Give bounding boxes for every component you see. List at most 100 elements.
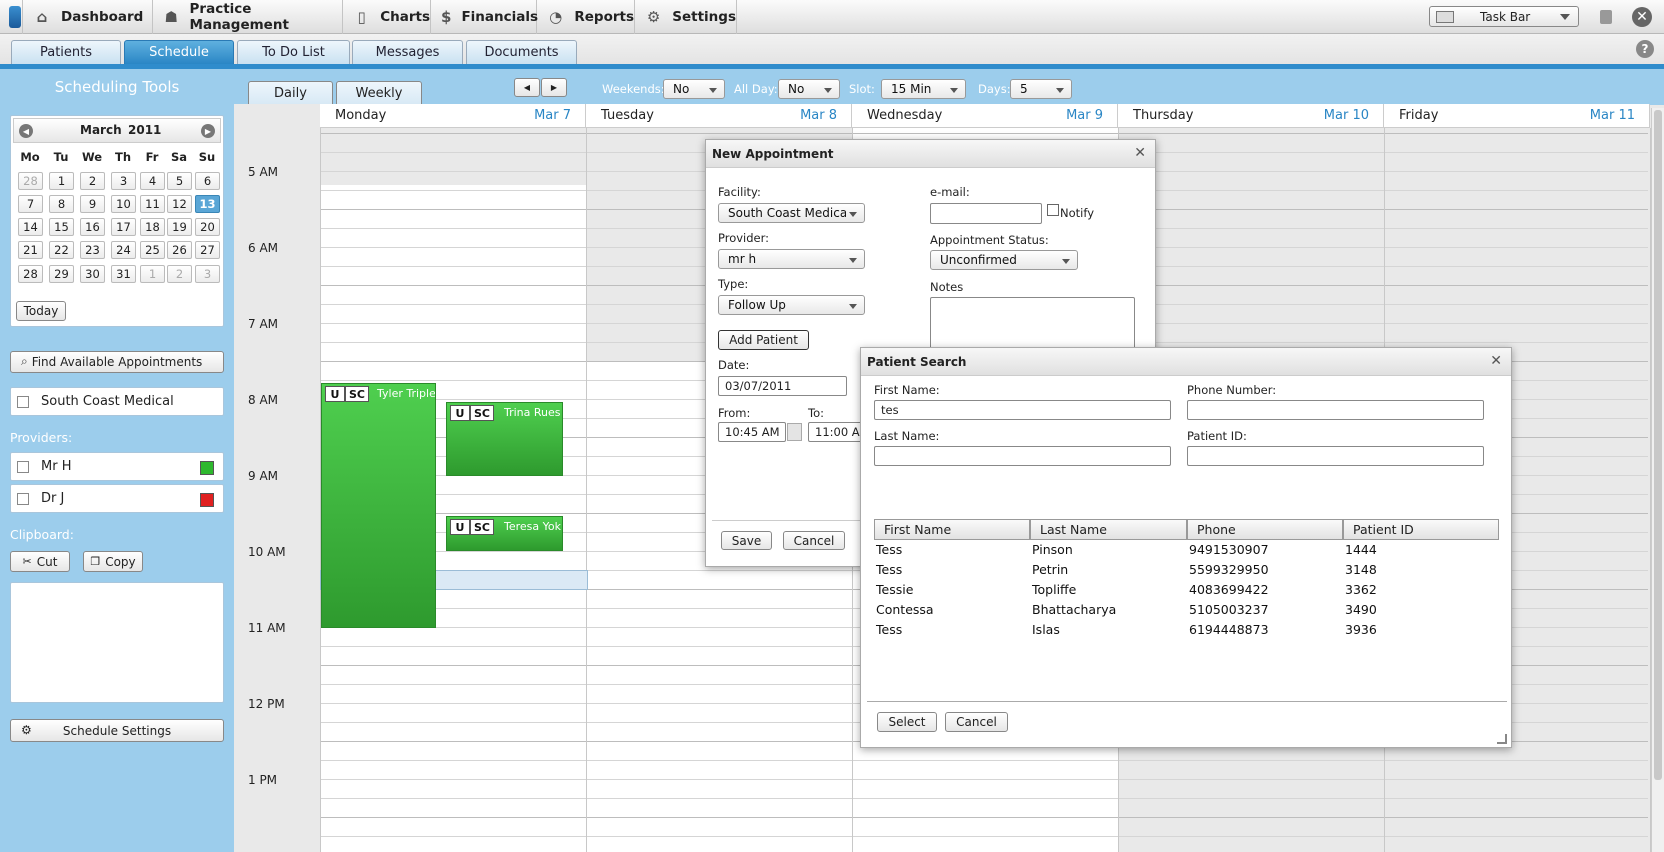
scrollbar-thumb[interactable] <box>1654 110 1662 780</box>
status-select[interactable]: Unconfirmed <box>930 250 1078 270</box>
day-date[interactable]: Mar 9 <box>1066 108 1103 123</box>
calendar-day[interactable]: 27 <box>195 241 220 259</box>
calendar-day[interactable]: 22 <box>49 241 74 259</box>
calendar-day[interactable]: 28 <box>18 265 43 283</box>
copy-button[interactable]: ❐ Copy <box>83 551 143 572</box>
appointment-trina[interactable]: U SC Trina Rues <box>446 402 563 476</box>
day-date[interactable]: Mar 7 <box>534 108 571 123</box>
daily-view-tab[interactable]: Daily <box>248 81 333 105</box>
col-phone[interactable]: Phone <box>1187 519 1343 540</box>
weekly-view-tab[interactable]: Weekly <box>336 81 422 105</box>
calendar-day[interactable]: 31 <box>111 265 136 283</box>
table-row[interactable] <box>874 621 1499 641</box>
calendar-day[interactable]: 16 <box>80 218 105 236</box>
phone-input[interactable] <box>1187 400 1484 420</box>
calendar-day[interactable]: 11 <box>140 195 165 213</box>
add-patient-button[interactable]: Add Patient <box>718 330 809 350</box>
calendar-day[interactable]: 29 <box>49 265 74 283</box>
facility-select[interactable]: South Coast Medical <box>718 203 865 223</box>
col-first-name[interactable]: First Name <box>874 519 1030 540</box>
table-row[interactable] <box>874 601 1499 621</box>
menu-reports[interactable]: ◔ Reports <box>537 0 635 34</box>
table-row[interactable] <box>874 581 1499 601</box>
close-icon[interactable]: ✕ <box>1134 145 1146 161</box>
calendar-day[interactable]: 5 <box>167 172 192 190</box>
date-input[interactable]: 03/07/2011 <box>718 376 847 396</box>
calendar-day[interactable]: 26 <box>167 241 192 259</box>
facility-filter[interactable]: South Coast Medical <box>10 387 224 416</box>
next-month-icon[interactable]: ▶ <box>201 124 215 138</box>
col-patient-id[interactable]: Patient ID <box>1343 519 1499 540</box>
provider-checkbox[interactable] <box>17 492 29 505</box>
patient-id-input[interactable] <box>1187 446 1484 466</box>
cancel-button[interactable]: Cancel <box>783 531 845 550</box>
menu-practice-management[interactable]: ☗ Practice Management <box>153 0 343 34</box>
calendar-day[interactable]: 8 <box>49 195 74 213</box>
notes-textarea[interactable] <box>930 297 1135 349</box>
calendar-day[interactable]: 23 <box>80 241 105 259</box>
tab-messages[interactable]: Messages <box>352 40 463 64</box>
find-appointments-button[interactable]: ⌕ Find Available Appointments <box>10 351 224 373</box>
next-week-button[interactable]: ▶ <box>541 78 567 97</box>
day-date[interactable]: Mar 10 <box>1324 108 1369 123</box>
calendar-day[interactable]: 19 <box>167 218 192 236</box>
to-time-input[interactable]: 11:00 AM <box>808 422 863 442</box>
resize-handle-icon[interactable] <box>1497 734 1507 744</box>
calendar-day[interactable]: 2 <box>80 172 105 190</box>
calendar-day[interactable]: 25 <box>140 241 165 259</box>
prev-month-icon[interactable]: ◀ <box>19 124 33 138</box>
days-select[interactable]: 5 <box>1010 79 1072 99</box>
search-cancel-button[interactable]: Cancel <box>945 712 1008 732</box>
menu-settings[interactable]: ⚙ Settings <box>635 0 737 34</box>
calendar-day[interactable]: 7 <box>18 195 43 213</box>
calendar-day[interactable]: 4 <box>140 172 165 190</box>
save-button[interactable]: Save <box>721 531 772 550</box>
calendar-day[interactable]: 20 <box>195 218 220 236</box>
from-time-input[interactable]: 10:45 AM <box>718 422 786 442</box>
calendar-day[interactable]: 17 <box>111 218 136 236</box>
calendar-day[interactable]: 24 <box>111 241 136 259</box>
table-row[interactable] <box>874 561 1499 581</box>
prev-week-button[interactable]: ◀ <box>514 78 540 97</box>
today-button[interactable]: Today <box>16 301 66 321</box>
appointment-teresa[interactable]: U SC Teresa Yok <box>446 516 563 551</box>
calendar-day[interactable]: 15 <box>49 218 74 236</box>
select-button[interactable]: Select <box>877 712 937 732</box>
weekends-select[interactable]: No <box>663 79 725 99</box>
help-icon[interactable]: ? <box>1636 40 1654 58</box>
close-app-icon[interactable]: ✕ <box>1632 7 1652 27</box>
taskbar-dropdown[interactable]: Task Bar <box>1429 6 1579 27</box>
day-date[interactable]: Mar 11 <box>1590 108 1635 123</box>
slot-select[interactable]: 15 Min <box>881 79 966 99</box>
calendar-day[interactable]: 13 <box>195 195 220 213</box>
menu-dashboard[interactable]: ⌂ Dashboard <box>23 0 153 34</box>
clipboard-area[interactable] <box>10 582 224 703</box>
calendar-day[interactable]: 18 <box>140 218 165 236</box>
tab-patients[interactable]: Patients <box>11 40 121 64</box>
last-name-input[interactable] <box>874 446 1171 466</box>
provider-select[interactable]: mr h <box>718 249 865 269</box>
email-input[interactable] <box>930 203 1042 224</box>
schedule-settings-button[interactable]: ⚙ Schedule Settings <box>10 719 224 742</box>
menu-financials[interactable]: $ Financials <box>431 0 538 34</box>
calendar-day[interactable]: 3 <box>195 265 220 283</box>
calendar-day[interactable]: 9 <box>80 195 105 213</box>
close-icon[interactable]: ✕ <box>1490 353 1502 369</box>
calendar-day[interactable]: 12 <box>167 195 192 213</box>
table-row[interactable] <box>874 541 1499 561</box>
tab-todo[interactable]: To Do List <box>237 40 350 64</box>
cut-button[interactable]: ✂ Cut <box>10 551 70 572</box>
first-name-input[interactable]: tes <box>874 400 1171 420</box>
calendar-day[interactable]: 21 <box>18 241 43 259</box>
type-select[interactable]: Follow Up <box>718 295 865 315</box>
time-stepper-icon[interactable] <box>787 423 802 441</box>
provider-checkbox[interactable] <box>17 460 29 473</box>
notify-checkbox[interactable] <box>1047 204 1059 216</box>
calendar-day[interactable]: 2 <box>167 265 192 283</box>
calendar-day[interactable]: 30 <box>80 265 105 283</box>
vertical-scrollbar[interactable] <box>1651 108 1664 852</box>
calendar-day[interactable]: 28 <box>18 172 43 190</box>
lock-icon[interactable] <box>1600 10 1612 24</box>
provider-row-mr-h[interactable]: Mr H <box>10 452 224 481</box>
calendar-day[interactable]: 10 <box>111 195 136 213</box>
